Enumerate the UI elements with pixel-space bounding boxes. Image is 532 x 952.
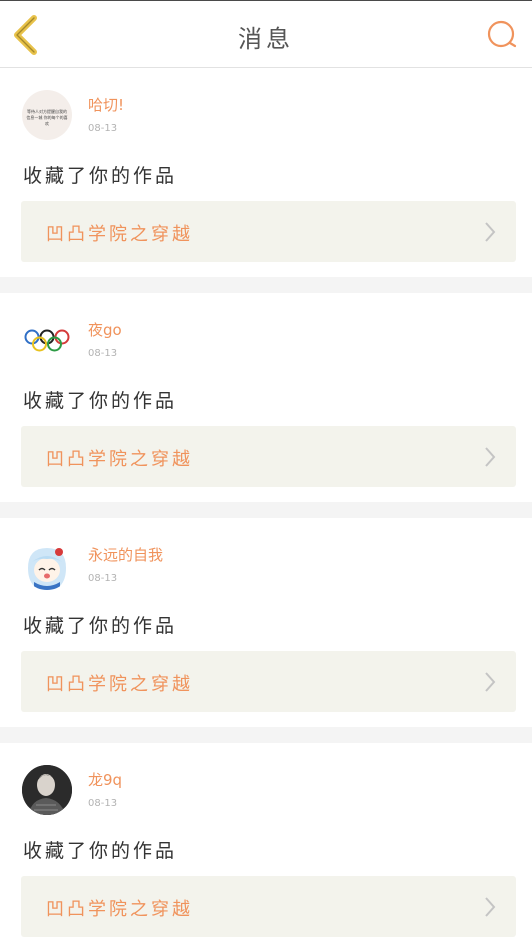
notification-card: 龙9q 08-13 收藏了你的作品 凹凸学院之穿越 [0,743,532,952]
avatar[interactable]: 等待人对方提醒自我的信息一城 你的每个的喜欢 [22,90,72,140]
chevron-right-icon [485,897,496,917]
anime-girl-avatar-icon [28,548,66,590]
olympic-rings-icon [24,329,70,352]
chevron-right-icon [485,672,496,692]
username[interactable]: 龙9q [88,769,122,790]
notification-list: 等待人对方提醒自我的信息一城 你的每个的喜欢 哈切! 08-13 收藏了你的作品… [0,68,532,952]
notification-card: 永远的自我 08-13 收藏了你的作品 凹凸学院之穿越 [0,518,532,727]
action-text: 收藏了你的作品 [23,615,178,637]
avatar[interactable] [22,540,72,590]
work-title: 凹凸学院之穿越 [46,224,193,245]
action-text: 收藏了你的作品 [23,390,178,412]
username[interactable]: 永远的自我 [88,544,163,565]
action-text: 收藏了你的作品 [23,165,178,187]
separator [0,502,532,518]
person-photo-avatar-icon [22,765,72,815]
search-button[interactable] [486,19,518,51]
timestamp: 08-13 [88,798,118,809]
work-link[interactable]: 凹凸学院之穿越 [21,876,516,937]
top-bar: 消息 [0,0,532,68]
separator [0,727,532,743]
timestamp: 08-13 [88,573,118,584]
search-icon [487,20,517,48]
chevron-right-icon [485,222,496,242]
work-link[interactable]: 凹凸学院之穿越 [21,201,516,262]
avatar[interactable] [22,765,72,815]
work-title: 凹凸学院之穿越 [46,449,193,470]
notification-card: 等待人对方提醒自我的信息一城 你的每个的喜欢 哈切! 08-13 收藏了你的作品… [0,68,532,277]
work-link[interactable]: 凹凸学院之穿越 [21,426,516,487]
timestamp: 08-13 [88,123,118,134]
notification-card: 夜go 08-13 收藏了你的作品 凹凸学院之穿越 [0,293,532,502]
avatar[interactable] [22,315,72,365]
work-title: 凹凸学院之穿越 [46,899,193,920]
page-title: 消息 [238,25,294,53]
work-link[interactable]: 凹凸学院之穿越 [21,651,516,712]
timestamp: 08-13 [88,348,118,359]
username[interactable]: 夜go [88,319,122,340]
work-title: 凹凸学院之穿越 [46,674,193,695]
avatar-caption: 等待人对方提醒自我的信息一城 你的每个的喜欢 [26,109,68,126]
chevron-right-icon [485,447,496,467]
action-text: 收藏了你的作品 [23,840,178,862]
username[interactable]: 哈切! [88,94,124,115]
separator [0,277,532,293]
